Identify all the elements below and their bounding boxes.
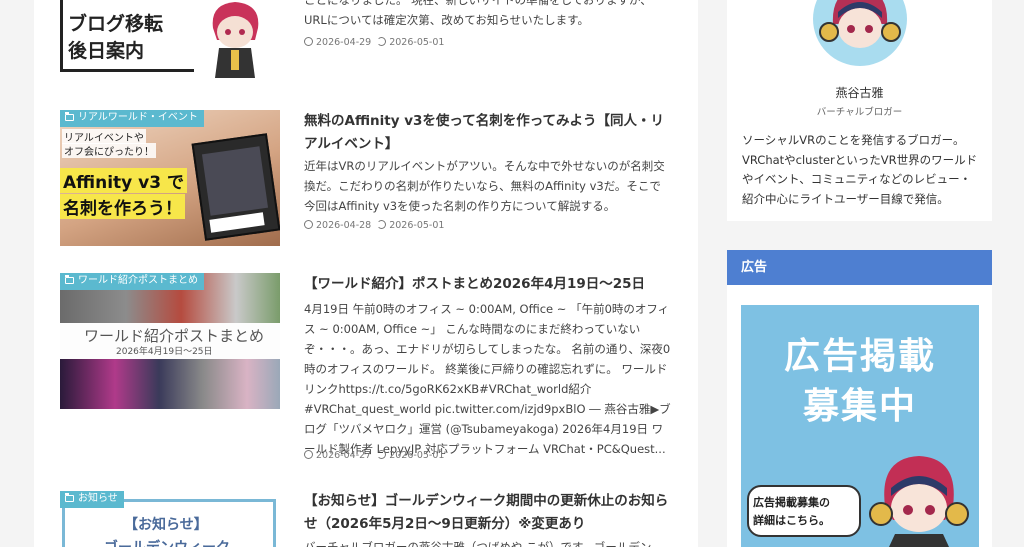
ad-widget: 広告掲載 募集中 広告掲載募集の 詳細はこちら。	[727, 285, 992, 547]
article-excerpt: ことになりました。 現在、新しいサイトの準備をしておりますが、URLについては確…	[304, 0, 652, 27]
character-illustration	[869, 456, 969, 547]
thumbnail-text: 【お知らせ】	[124, 517, 208, 533]
article-dates: 2026-04-27 2026-05-01	[304, 450, 444, 461]
article-thumbnail[interactable]: ワールド紹介ポストまとめ 2026年4月19日～25日	[60, 273, 280, 409]
article-title[interactable]: 無料のAffinity v3を使って名刺を作ってみよう【同人・リアルイベント】	[304, 110, 672, 156]
profile-bio: ソーシャルVRのことを発信するブロガー。VRChatやclusterといったVR…	[742, 133, 978, 206]
article-excerpt: 近年はVRのリアルイベントがアツい。そんな中で外せないのが名刺交換だ。こだわりの…	[304, 159, 665, 213]
main-content: ブログ移転 後日案内 ことになりました。 現在、新しいサイトの準備をしております…	[34, 0, 698, 547]
article-title[interactable]: 【お知らせ】ゴールデンウィーク期間中の更新休止のお知らせ（2026年5月2日～9…	[304, 490, 672, 536]
clock-icon	[304, 37, 313, 46]
ad-banner-title: 募集中	[802, 386, 917, 427]
category-label: ワールド紹介ポストまとめ	[78, 275, 198, 286]
thumbnail-text: リアルイベントや	[62, 129, 146, 144]
profile-widget: 燕谷古雅 バーチャルブロガー ソーシャルVRのことを発信するブロガー。VRCha…	[727, 0, 992, 221]
article-dates: 2026-04-28 2026-05-01	[304, 220, 444, 231]
profile-name: 燕谷古雅	[835, 86, 884, 100]
ad-banner[interactable]: 広告掲載 募集中 広告掲載募集の 詳細はこちら。	[741, 305, 979, 547]
folder-icon	[65, 493, 74, 502]
article-thumbnail[interactable]: リアルイベントや オフ会にぴったり！ Affinity v3 で 名刺を作ろう！	[60, 110, 280, 246]
folder-icon	[65, 275, 74, 284]
clock-icon	[304, 450, 313, 459]
update-icon	[377, 220, 387, 229]
ad-banner-title: 広告掲載	[783, 336, 936, 377]
thumbnail-text: 後日案内	[68, 40, 145, 62]
article-thumbnail[interactable]: ブログ移転 後日案内	[60, 0, 280, 78]
category-badge[interactable]: ワールド紹介ポストまとめ	[60, 273, 204, 290]
thumbnail-text: Affinity v3 で	[60, 168, 188, 193]
thumbnail-text: ブログ移転	[68, 13, 164, 35]
article-dates: 2026-04-29 2026-05-01	[304, 37, 444, 48]
thumbnail-text: オフ会にぴったり！	[62, 143, 156, 158]
article-card[interactable]: 【お知らせ】 ゴールデンウィーク お知らせ 【お知らせ】ゴールデンウィーク期間中…	[60, 491, 672, 547]
clock-icon	[304, 220, 313, 229]
thumbnail-text: 名刺を作ろう！	[60, 194, 185, 219]
thumbnail-text: 2026年4月19日～25日	[116, 347, 213, 357]
ad-speech-bubble	[747, 485, 861, 537]
date-updated: 2026-05-01	[389, 220, 445, 231]
date-posted: 2026-04-29	[316, 37, 372, 48]
category-badge[interactable]: お知らせ	[60, 491, 124, 508]
date-posted: 2026-04-28	[316, 220, 372, 231]
date-updated: 2026-05-01	[389, 37, 445, 48]
folder-icon	[65, 112, 74, 121]
date-posted: 2026-04-27	[316, 450, 372, 461]
category-label: お知らせ	[78, 493, 118, 504]
category-label: リアルワールド・イベント	[78, 112, 198, 123]
ad-widget-header: 広告	[727, 250, 992, 285]
category-badge[interactable]: リアルワールド・イベント	[60, 110, 204, 127]
article-excerpt: バーチャルブロガーの燕谷古雅（つばめや こが）です。ゴールデン	[304, 540, 652, 547]
ad-banner-text: 広告掲載募集の	[753, 496, 830, 509]
thumbnail-text: ワールド紹介ポストまとめ	[84, 327, 265, 345]
article-excerpt: 4月19日 午前0時のオフィス ~ 0:00AM, Office ~ 「午前0時…	[304, 302, 671, 456]
ad-banner-text: 詳細はこちら。	[753, 514, 830, 527]
profile-role: バーチャルブロガー	[816, 107, 903, 118]
article-card[interactable]: リアルイベントや オフ会にぴったり！ Affinity v3 で 名刺を作ろう！…	[60, 110, 672, 246]
update-icon	[377, 450, 387, 459]
update-icon	[377, 37, 387, 46]
thumbnail-text: ゴールデンウィーク	[104, 537, 230, 547]
article-card[interactable]: ワールド紹介ポストまとめ 2026年4月19日～25日 ワールド紹介ポストまとめ…	[60, 273, 672, 463]
article-title[interactable]: 【ワールド紹介】ポストまとめ2026年4月19日～25日	[304, 273, 672, 296]
avatar	[813, 0, 907, 66]
date-updated: 2026-05-01	[389, 450, 445, 461]
character-illustration	[212, 2, 259, 78]
article-card[interactable]: ブログ移転 後日案内 ことになりました。 現在、新しいサイトの準備をしております…	[60, 0, 672, 78]
